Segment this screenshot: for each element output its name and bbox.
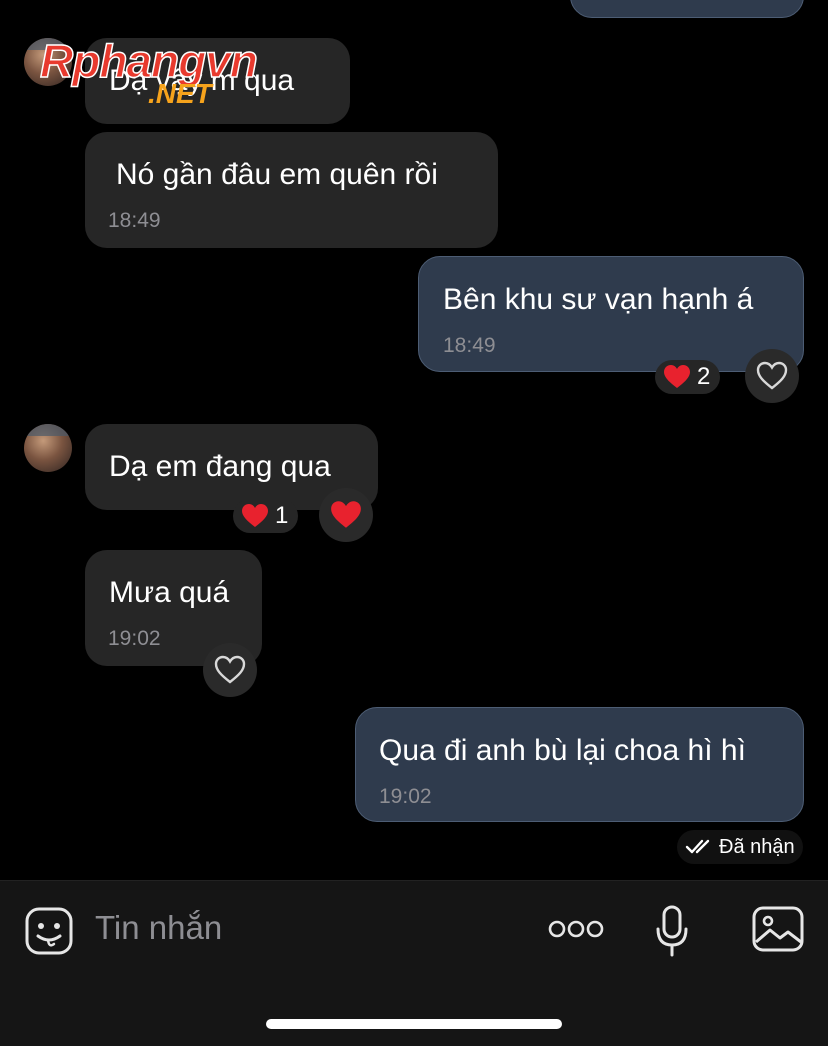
double-check-icon — [685, 839, 710, 854]
more-options-button[interactable] — [548, 918, 604, 940]
contact-avatar[interactable] — [24, 424, 72, 472]
image-picker-button[interactable] — [752, 906, 804, 952]
voice-message-button[interactable] — [655, 905, 689, 957]
heart-icon — [331, 501, 361, 528]
incoming-message-bubble[interactable]: Nó gần đâu em quên rồi 18:49 — [85, 132, 498, 248]
sticker-icon — [25, 907, 73, 955]
heart-outline-icon — [756, 361, 788, 390]
watermark-logo: Rphangvn .NET — [39, 34, 290, 114]
message-time: 19:02 — [108, 627, 161, 650]
message-time: 18:49 — [443, 334, 496, 357]
heart-icon — [242, 504, 268, 527]
message-text: Dạ em đang qua — [109, 450, 331, 483]
heart-icon — [664, 365, 690, 388]
react-button-active[interactable] — [319, 488, 373, 542]
watermark-suffix: .NET — [148, 78, 212, 109]
heart-outline-icon — [214, 655, 246, 684]
outgoing-message-bubble[interactable]: Qua đi anh bù lại choa hì hì 19:02 — [355, 707, 804, 822]
home-indicator[interactable] — [266, 1019, 562, 1029]
react-button[interactable] — [745, 349, 799, 403]
delivery-status-label: Đã nhận — [719, 835, 795, 858]
outgoing-message-bubble-partial[interactable] — [570, 0, 804, 18]
more-options-icon — [548, 920, 604, 938]
message-text: Qua đi anh bù lại choa hì hì — [379, 734, 746, 767]
message-input[interactable]: Tin nhắn — [95, 909, 222, 947]
message-text: Nó gần đâu em quên rồi — [116, 158, 438, 191]
microphone-icon — [656, 905, 688, 957]
message-text: Mưa quá — [109, 576, 230, 609]
message-text: Bên khu sư vạn hạnh á — [443, 283, 754, 316]
reaction-count: 2 — [697, 363, 711, 390]
sticker-button[interactable] — [24, 906, 74, 956]
image-icon — [752, 906, 804, 952]
delivery-status: Đã nhận — [677, 830, 803, 864]
message-time: 19:02 — [379, 785, 432, 808]
message-time: 18:49 — [108, 209, 161, 232]
reaction-summary[interactable]: 2 — [655, 360, 721, 394]
outgoing-message-bubble[interactable]: Bên khu sư vạn hạnh á 18:49 — [418, 256, 804, 372]
react-button[interactable] — [203, 643, 257, 697]
reaction-count: 1 — [275, 502, 289, 529]
reaction-summary[interactable]: 1 — [233, 499, 299, 533]
